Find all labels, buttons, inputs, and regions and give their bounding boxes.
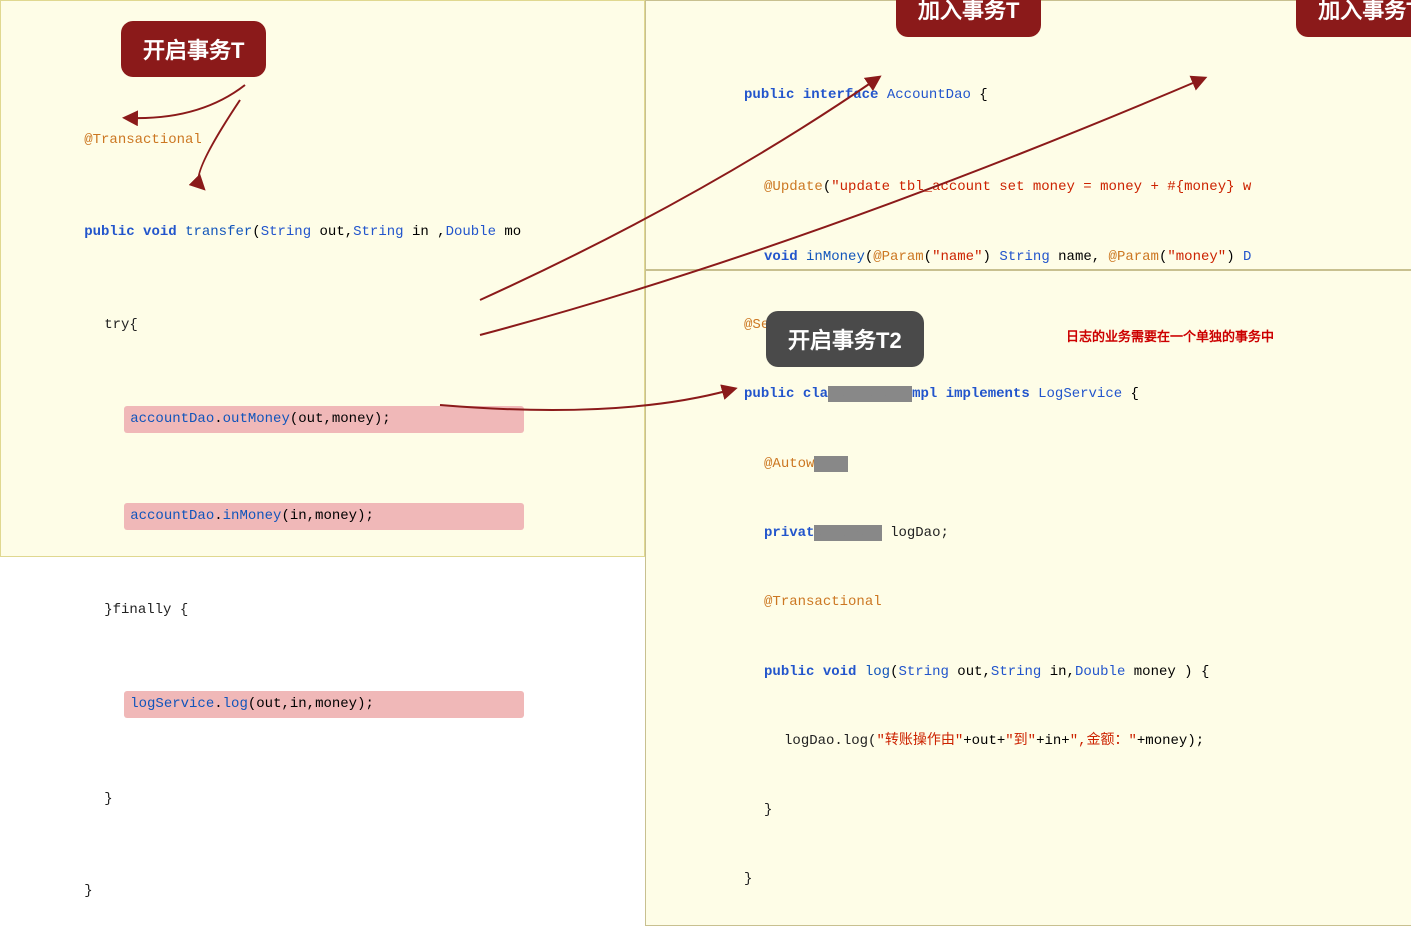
code-finally: }finally { (17, 576, 628, 645)
bubble-start-transaction-2: 开启事务T2 (766, 311, 924, 367)
code-interface-header: public interface AccountDao { (660, 61, 1411, 130)
code-out-money: accountDao.outMoney(out,money); (17, 383, 628, 456)
left-panel: 开启事务T @Transactional public void transfe… (0, 0, 645, 557)
code-blank-6 (17, 645, 628, 668)
code-class-close: } (660, 845, 1411, 914)
code-transactional-right: @Transactional (660, 568, 1411, 637)
red-note: 日志的业务需要在一个单独的事务中 (1066, 326, 1274, 345)
code-update-1: @Update("update tbl_account set money = … (660, 153, 1411, 222)
code-blank-7 (17, 742, 628, 765)
code-close-method: } (17, 857, 628, 926)
code-blank-r1 (660, 130, 1411, 153)
code-close-finally: } (17, 765, 628, 834)
right-top-panel: 加入事务T 加入事务T public interface AccountDao … (645, 0, 1411, 270)
code-private-field: privateeeeeeee logDao; (660, 499, 1411, 568)
code-log-close: } (660, 776, 1411, 845)
bubble-join-transaction-2: 加入事务T (1296, 0, 1411, 37)
code-log: logService.log(out,in,money); (17, 668, 628, 741)
code-blank-3 (17, 360, 628, 383)
code-blank-2 (17, 268, 628, 291)
code-blank-1 (17, 175, 628, 198)
code-blank-5 (17, 553, 628, 576)
main-container: 开启事务T @Transactional public void transfe… (0, 0, 1411, 557)
right-panel: 加入事务T 加入事务T public interface AccountDao … (645, 0, 1411, 557)
code-log-sig: public void log(String out,String in,Dou… (660, 637, 1411, 706)
code-try: try{ (17, 291, 628, 360)
bubble-start-transaction: 开启事务T (121, 21, 266, 77)
code-transfer-sig: public void transfer(String out,String i… (17, 198, 628, 267)
bubble-join-transaction-1: 加入事务T (896, 0, 1041, 37)
code-class-sig: public classssssssssmpl implements LogSe… (660, 360, 1411, 429)
code-log-body: logDao.log("转账操作由"+out+"到"+in+",金额："+mon… (660, 707, 1411, 776)
code-in-money: accountDao.inMoney(in,money); (17, 480, 628, 553)
code-transactional-left: @Transactional (17, 106, 628, 175)
code-blank-4 (17, 456, 628, 479)
code-blank-8 (17, 834, 628, 857)
right-bottom-panel: 开启事务T2 日志的业务需要在一个单独的事务中 @Service public … (645, 270, 1411, 926)
code-autowired: @Autowired (660, 430, 1411, 499)
